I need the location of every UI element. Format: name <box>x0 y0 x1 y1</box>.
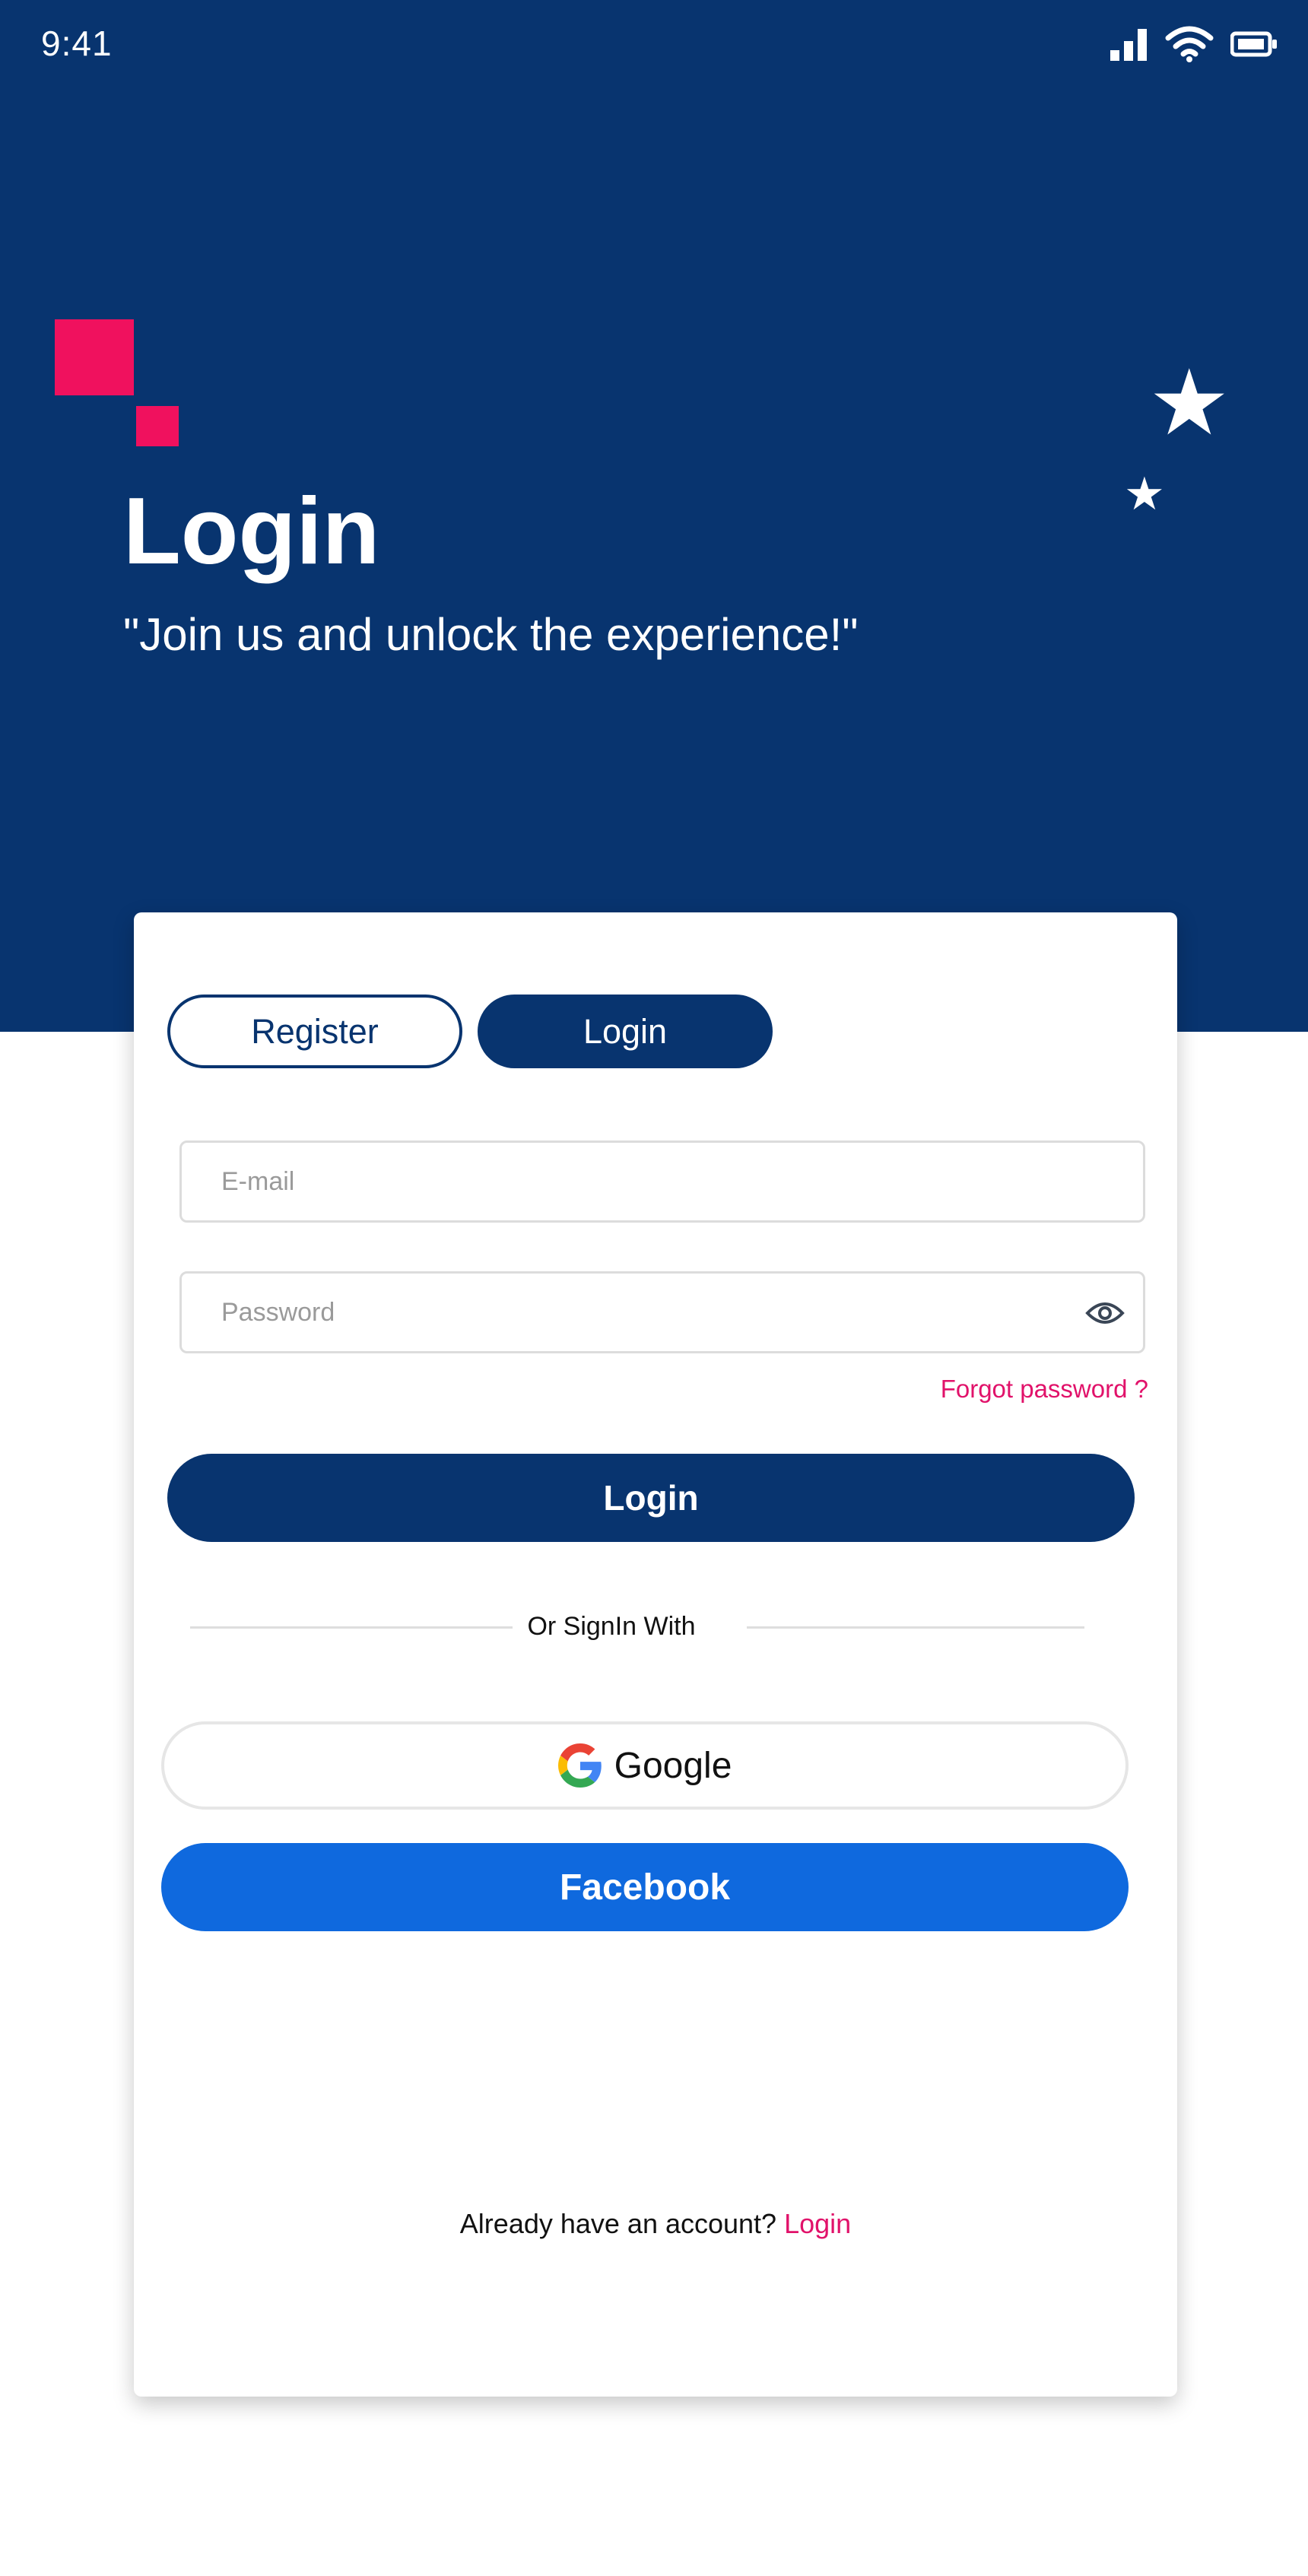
page-title: Login <box>123 479 380 584</box>
divider: Or SignIn With <box>190 1612 1084 1642</box>
google-signin-button[interactable]: Google <box>161 1721 1129 1810</box>
account-prompt: Already have an account? Login <box>134 2208 1177 2240</box>
eye-icon[interactable] <box>1085 1296 1125 1330</box>
tab-register[interactable]: Register <box>167 995 462 1068</box>
status-time: 9:41 <box>41 24 113 63</box>
status-bar: 9:41 <box>0 0 1308 88</box>
password-field[interactable] <box>179 1271 1145 1353</box>
battery-icon <box>1230 31 1277 57</box>
forgot-password-link[interactable]: Forgot password ? <box>941 1375 1148 1404</box>
password-input[interactable] <box>221 1274 1043 1351</box>
wifi-icon <box>1165 26 1214 62</box>
facebook-signin-button[interactable]: Facebook <box>161 1843 1129 1931</box>
star-icon: ★ <box>1148 352 1230 454</box>
hero-banner: 9:41 ★ ★ Login "Join us and unlock the e… <box>0 0 1308 1032</box>
signal-icon <box>1110 29 1147 61</box>
page-tagline: "Join us and unlock the experience!" <box>123 609 859 660</box>
google-icon <box>557 1743 602 1788</box>
email-input[interactable] <box>221 1143 1043 1220</box>
footer-login-link[interactable]: Login <box>784 2208 851 2239</box>
login-button[interactable]: Login <box>167 1454 1135 1542</box>
star-icon: ★ <box>1124 468 1165 519</box>
google-label: Google <box>614 1745 732 1786</box>
login-card: Register Login Forgot password ? Login O… <box>134 912 1177 2397</box>
email-field[interactable] <box>179 1140 1145 1223</box>
account-prompt-text: Already have an account? <box>459 2208 777 2239</box>
status-icons <box>1110 26 1278 62</box>
decorative-square-small <box>136 406 179 446</box>
decorative-square-large <box>55 319 134 395</box>
tab-login[interactable]: Login <box>478 995 773 1068</box>
divider-text: Or SignIn With <box>527 1612 696 1641</box>
